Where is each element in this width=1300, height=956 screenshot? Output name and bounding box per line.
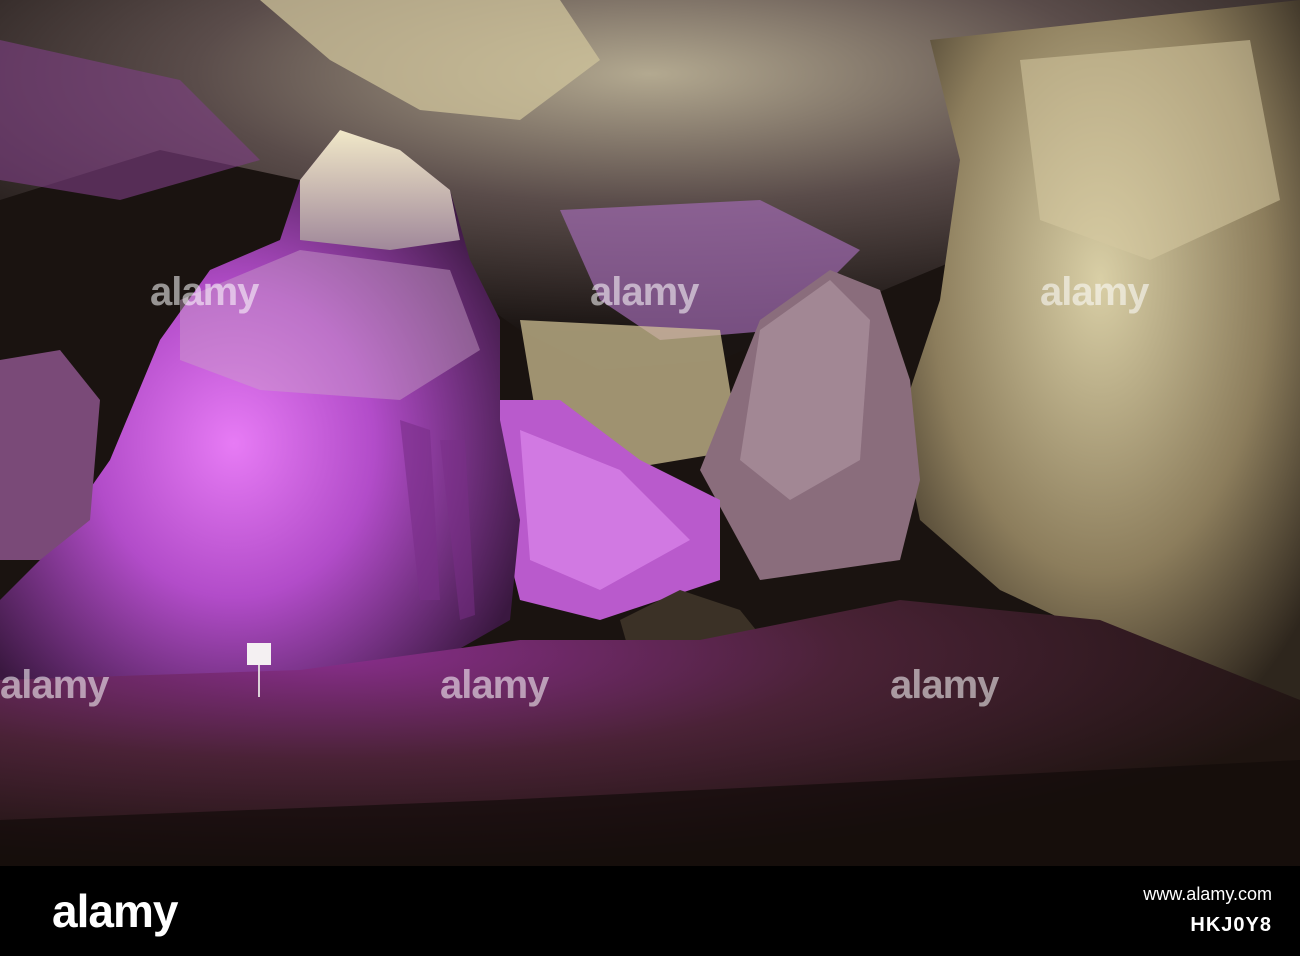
watermark: alamy bbox=[590, 270, 699, 314]
footer-url[interactable]: www.alamy.com bbox=[1143, 884, 1272, 905]
cave-sign bbox=[247, 643, 271, 665]
cave-scene bbox=[0, 0, 1300, 866]
footer-image-id: HKJ0Y8 bbox=[1190, 914, 1272, 936]
watermark: alamy bbox=[1040, 270, 1149, 314]
watermark: alamy bbox=[440, 663, 549, 707]
watermark: alamy bbox=[890, 663, 999, 707]
cave-photo: alamy alamy alamy alamy alamy alamy bbox=[0, 0, 1300, 866]
footer-logo: alamy bbox=[52, 885, 178, 937]
footer-bar: alamy www.alamy.com HKJ0Y8 bbox=[0, 866, 1300, 956]
watermark: alamy bbox=[0, 663, 109, 707]
watermark: alamy bbox=[150, 270, 259, 314]
